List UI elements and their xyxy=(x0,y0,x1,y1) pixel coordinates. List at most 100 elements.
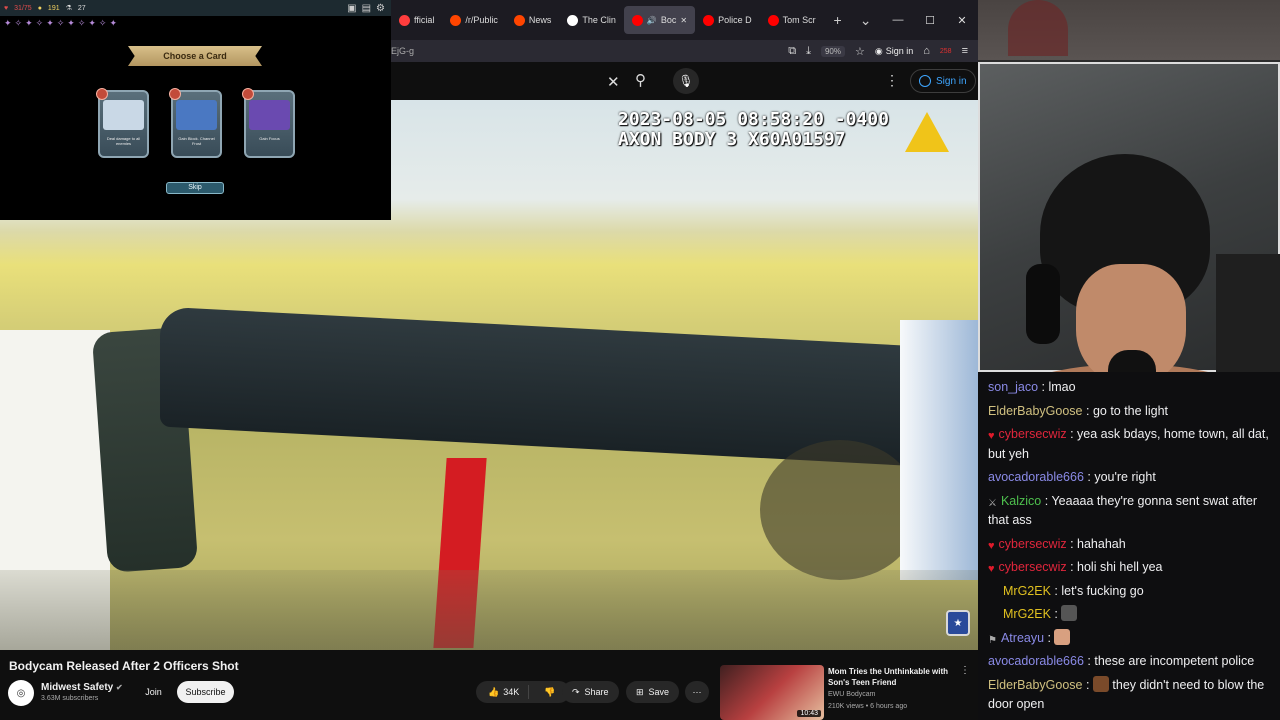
share-button[interactable]: ↷ Share xyxy=(562,681,619,703)
reward-card[interactable]: Deal damage to all enemies xyxy=(96,88,149,158)
relic-icon[interactable]: ✦ xyxy=(25,18,33,29)
url-bar[interactable]: EjG-g xyxy=(391,46,414,56)
recommended-title[interactable]: Mom Tries the Unthinkable with Son's Tee… xyxy=(828,666,968,688)
browser-tab[interactable]: Police D xyxy=(695,6,760,34)
chat-username[interactable]: son_jaco xyxy=(988,380,1038,394)
recommended-video[interactable]: 10:43 Mom Tries the Unthinkable with Son… xyxy=(720,665,978,720)
game-gold: 191 xyxy=(47,4,60,12)
search-icon[interactable]: ⚲ xyxy=(635,71,646,89)
window-controls: — ☐ ✕ xyxy=(882,14,978,27)
relic-icon[interactable]: ✦ xyxy=(4,18,12,29)
relic-icon[interactable]: ✦ xyxy=(67,18,75,29)
extension-badge-icon[interactable]: 258 xyxy=(940,48,952,55)
chat-username[interactable]: Kalzico xyxy=(1001,494,1041,508)
browser-tab-label: Police D xyxy=(718,15,752,25)
browser-sign-in[interactable]: ◉ Sign in xyxy=(875,46,913,57)
playlist-add-icon: ⊞ xyxy=(636,686,644,697)
close-tab-icon[interactable]: ✕ xyxy=(680,16,687,25)
chat-username[interactable]: cybersecwiz xyxy=(999,537,1067,551)
tab-audio-icon[interactable]: 🔊 xyxy=(647,16,657,25)
browser-tab[interactable]: 🔊 Boc ✕ xyxy=(623,6,696,34)
reward-card[interactable]: Gain Block. Channel Frost xyxy=(169,88,222,158)
headphones-icon xyxy=(1026,264,1060,344)
video-frame-shadow xyxy=(760,440,920,580)
chat-username[interactable]: ElderBabyGoose xyxy=(988,678,1083,692)
maximize-icon[interactable]: ☐ xyxy=(914,14,946,27)
extensions-icon[interactable]: ⌂ xyxy=(923,45,930,57)
bookmark-star-icon[interactable]: ☆ xyxy=(855,45,865,58)
browser-tab-label: fficial xyxy=(414,15,435,25)
game-hp: 31/75 xyxy=(14,4,32,12)
join-button[interactable]: Join xyxy=(140,682,167,702)
chat-message: ⚔ Kalzico : Yeaaaa they're gonna sent swa… xyxy=(988,490,1276,533)
chat-username[interactable]: cybersecwiz xyxy=(999,560,1067,574)
relic-icon[interactable]: ✧ xyxy=(36,18,44,29)
youtube-masthead: ✕ ⚲ 🎙 ⋮ Sign in xyxy=(391,62,978,100)
save-label: Save xyxy=(648,687,670,697)
reward-card[interactable]: Gain Focus xyxy=(242,88,295,158)
relic-icon[interactable]: ✧ xyxy=(99,18,107,29)
settings-icon[interactable]: ⚙ xyxy=(376,3,385,14)
minimize-icon[interactable]: — xyxy=(882,14,914,27)
more-options-icon[interactable]: ⋮ xyxy=(885,72,899,89)
download-icon[interactable]: ⤓ xyxy=(806,45,811,58)
relic-icon[interactable]: ✦ xyxy=(46,18,54,29)
energy-cost-icon xyxy=(242,88,254,100)
subscriber-heart-icon: ♥ xyxy=(988,430,995,442)
card-art xyxy=(176,100,217,130)
browser-tab[interactable]: Tom Scr xyxy=(760,6,824,34)
browser-sign-in-label: Sign in xyxy=(885,46,914,56)
relic-icon[interactable]: ✧ xyxy=(15,18,23,29)
chat-username[interactable]: avocadorable666 xyxy=(988,470,1084,484)
browser-tab[interactable]: The Clin xyxy=(559,6,624,34)
relic-icon[interactable]: ✦ xyxy=(88,18,96,29)
more-actions-icon[interactable]: ⋯ xyxy=(685,681,709,703)
picture-in-picture-icon[interactable]: ⧉ xyxy=(788,45,796,58)
dislike-button[interactable]: 👎 xyxy=(534,687,565,698)
save-button[interactable]: ⊞ Save xyxy=(626,681,680,703)
subscriber-heart-icon: ♥ xyxy=(988,563,995,575)
youtube-sign-in-button[interactable]: Sign in xyxy=(910,69,976,93)
subscribe-button[interactable]: Subscribe xyxy=(177,681,234,703)
tab-favicon-icon xyxy=(631,14,643,26)
game-overlay: ♥ 31/75 ● 191 ⚗ 27 ▣ ▤ ⚙ ✦ ✧ ✦ ✧ ✦ ✧ ✦ ✧ ✦ ✧ ✦ Cho… xyxy=(0,0,391,220)
recommended-thumbnail[interactable]: 10:43 xyxy=(720,665,824,720)
browser-tab-label: News xyxy=(528,15,552,25)
browser-tab[interactable]: /r/Public xyxy=(442,6,506,34)
browser-tab[interactable]: News xyxy=(506,6,560,34)
chat-username[interactable]: MrG2EK xyxy=(1003,607,1051,621)
chat-text: these are incompetent police xyxy=(1094,654,1255,668)
browser-tab[interactable]: fficial xyxy=(391,6,442,34)
bodycam-device-id: AXON BODY 3 X60A01597 xyxy=(618,129,846,150)
chat-username[interactable]: MrG2EK xyxy=(1003,584,1051,598)
zoom-level[interactable]: 90% xyxy=(820,45,845,57)
tab-list-icon[interactable]: ⌄ xyxy=(852,12,880,29)
chat-username[interactable]: ElderBabyGoose xyxy=(988,404,1083,418)
chat-username[interactable]: Atreayu xyxy=(1001,631,1044,645)
new-tab-icon[interactable]: + xyxy=(824,12,852,28)
chat-username[interactable]: avocadorable666 xyxy=(988,654,1084,668)
tab-favicon-icon xyxy=(513,14,525,26)
relic-icon[interactable]: ✧ xyxy=(57,18,65,29)
channel-name-label: Midwest Safety xyxy=(41,682,114,693)
chat-text: holi shi hell yea xyxy=(1077,560,1163,574)
voice-search-icon[interactable]: 🎙 xyxy=(673,68,699,94)
relic-icon[interactable]: ✧ xyxy=(78,18,86,29)
like-button[interactable]: 👍 34K xyxy=(476,685,530,699)
channel-watermark-icon[interactable]: ★ xyxy=(946,610,970,636)
close-window-icon[interactable]: ✕ xyxy=(946,14,978,27)
recommended-more-icon[interactable]: ⋮ xyxy=(960,665,970,676)
chat-username[interactable]: cybersecwiz xyxy=(999,427,1067,441)
skip-button[interactable]: Skip xyxy=(166,182,224,194)
deck-icon[interactable]: ▤ xyxy=(362,3,371,14)
chat-separator: : xyxy=(1041,493,1052,508)
channel-avatar[interactable]: ◎ xyxy=(8,680,34,706)
hamburger-menu-icon[interactable]: ≡ xyxy=(962,45,968,57)
map-icon[interactable]: ▣ xyxy=(347,3,356,14)
recommended-meta: 210K views • 6 hours ago xyxy=(828,703,908,710)
clear-search-icon[interactable]: ✕ xyxy=(607,73,620,91)
browser-tab-label: /r/Public xyxy=(465,15,498,25)
chat-message: avocadorable666 : you're right xyxy=(988,466,1276,490)
relic-icon[interactable]: ✦ xyxy=(109,18,117,29)
channel-name[interactable]: Midwest Safety ✔ xyxy=(41,682,123,693)
